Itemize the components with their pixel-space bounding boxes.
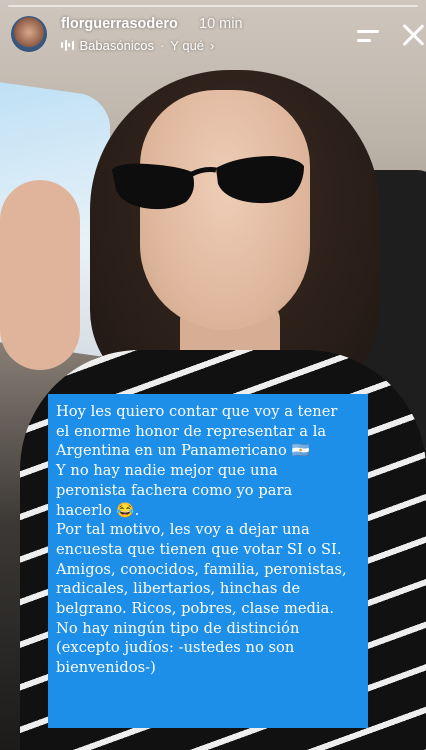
audio-waveform-icon	[61, 39, 74, 51]
story-header: florguerrasodero 10 min Babasónicos · Y …	[0, 10, 426, 60]
chevron-right-icon: ›	[210, 37, 215, 53]
story-caption-box: Hoy les quiero contar que voy a tener el…	[48, 394, 368, 728]
close-icon[interactable]	[401, 22, 425, 46]
username[interactable]: florguerrasodero	[61, 16, 178, 32]
menu-icon[interactable]	[357, 28, 383, 46]
story-viewer[interactable]: florguerrasodero 10 min Babasónicos · Y …	[0, 0, 426, 750]
music-artist: Babasónicos	[79, 37, 154, 53]
story-progress-bar	[8, 5, 418, 7]
profile-avatar[interactable]	[11, 16, 47, 52]
arm-photo	[0, 180, 80, 370]
caption-text: Hoy les quiero contar que voy a tener el…	[56, 403, 347, 677]
time-ago: 10 min	[199, 16, 243, 32]
sunglasses-icon	[112, 156, 304, 210]
music-separator: ·	[159, 37, 165, 53]
music-song: Y qué	[170, 37, 205, 53]
music-sticker[interactable]: Babasónicos · Y qué ›	[61, 36, 214, 54]
